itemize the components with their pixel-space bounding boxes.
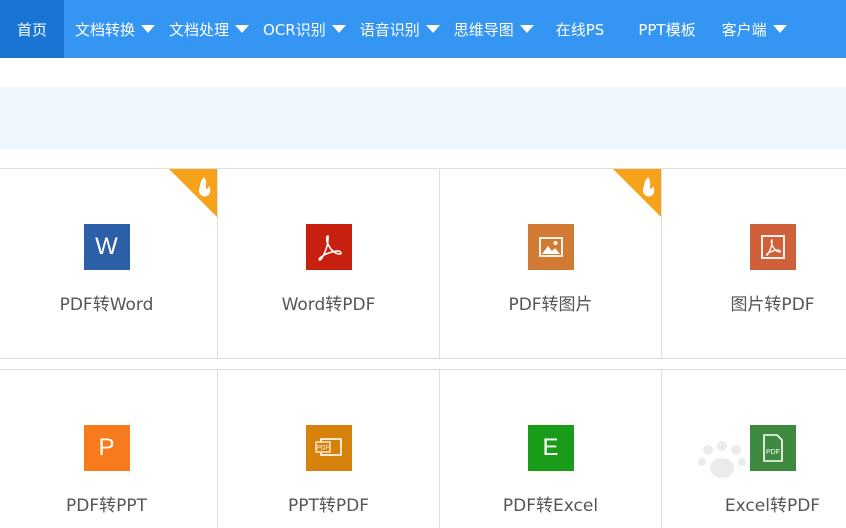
chevron-down-icon bbox=[235, 25, 250, 33]
slide-pdf-icon: PDF bbox=[314, 438, 342, 456]
powerpoint-icon: P bbox=[83, 425, 130, 471]
tool-card-excel-to-pdf[interactable]: PDF Excel转PDF bbox=[662, 370, 846, 528]
nav-item-label: 在线PS bbox=[555, 20, 605, 39]
excel-icon: E bbox=[527, 425, 574, 471]
nav-item-client[interactable]: 客户端 bbox=[722, 0, 787, 58]
nav-item-label: PPT模板 bbox=[638, 20, 696, 39]
chevron-down-icon bbox=[425, 25, 440, 33]
chevron-down-icon bbox=[331, 25, 346, 33]
hot-flame-icon bbox=[169, 169, 217, 217]
grid-divider bbox=[0, 358, 846, 359]
excel-pdf-icon: PDF bbox=[749, 425, 796, 471]
image-icon bbox=[527, 224, 574, 270]
tool-label: Word转PDF bbox=[281, 295, 376, 315]
word-icon: W bbox=[83, 224, 130, 270]
ppt-pdf-icon: PDF bbox=[305, 425, 352, 471]
tool-label: PPT转PDF bbox=[287, 496, 369, 516]
chevron-down-icon bbox=[519, 25, 534, 33]
chevron-down-icon bbox=[141, 25, 156, 33]
icon-glyph: P bbox=[98, 434, 115, 461]
acrobat-icon bbox=[317, 235, 342, 261]
tool-card-ppt-to-pdf[interactable]: PDF PPT转PDF bbox=[218, 370, 439, 528]
tool-card-pdf-to-ppt[interactable]: P PDF转PPT bbox=[0, 370, 217, 528]
tool-label: PDF转Excel bbox=[502, 496, 599, 516]
nav-item-mindmap[interactable]: 思维导图 bbox=[454, 0, 534, 58]
nav-item-doc-convert[interactable]: 文档转换 bbox=[75, 0, 156, 58]
tool-label: PDF转图片 bbox=[508, 295, 593, 315]
nav-item-label: 语音识别 bbox=[359, 20, 420, 39]
top-nav: 首页 文档转换 文档处理 OCR识别 语音识别 思维导图 在线PS PPT模板 … bbox=[0, 0, 846, 58]
pdf-document-icon bbox=[760, 235, 785, 259]
nav-item-label: 文档转换 bbox=[75, 20, 136, 39]
tool-label: PDF转Word bbox=[59, 295, 154, 315]
icon-glyph: W bbox=[95, 233, 118, 260]
pdf-icon bbox=[749, 224, 796, 270]
icon-glyph: E bbox=[542, 434, 559, 461]
tool-label: PDF转PPT bbox=[65, 496, 147, 516]
hot-flame-icon bbox=[613, 169, 661, 217]
svg-text:PDF: PDF bbox=[317, 446, 329, 452]
banner-area bbox=[0, 87, 846, 149]
pdf-file-icon: PDF bbox=[762, 434, 783, 462]
nav-item-doc-process[interactable]: 文档处理 bbox=[169, 0, 250, 58]
tool-card-pdf-to-excel[interactable]: E PDF转Excel bbox=[440, 370, 661, 528]
tool-label: 图片转PDF bbox=[730, 295, 815, 315]
nav-item-label: 首页 bbox=[16, 20, 47, 39]
nav-item-ppt-template[interactable]: PPT模板 bbox=[638, 0, 695, 58]
nav-item-home[interactable]: 首页 bbox=[0, 0, 64, 58]
tool-card-word-to-pdf[interactable]: Word转PDF bbox=[218, 169, 439, 358]
nav-item-label: 文档处理 bbox=[169, 20, 230, 39]
nav-item-label: OCR识别 bbox=[263, 20, 326, 39]
nav-item-speech[interactable]: 语音识别 bbox=[360, 0, 440, 58]
pdf-icon bbox=[305, 224, 352, 270]
nav-item-ocr[interactable]: OCR识别 bbox=[263, 0, 346, 58]
tool-card-image-to-pdf[interactable]: 图片转PDF bbox=[662, 169, 846, 358]
nav-item-label: 思维导图 bbox=[453, 20, 514, 39]
nav-item-label: 客户端 bbox=[721, 20, 767, 39]
nav-item-online-ps[interactable]: 在线PS bbox=[556, 0, 605, 58]
picture-icon bbox=[538, 237, 563, 257]
svg-text:PDF: PDF bbox=[766, 449, 780, 456]
chevron-down-icon bbox=[772, 25, 787, 33]
tool-label: Excel转PDF bbox=[724, 496, 821, 516]
